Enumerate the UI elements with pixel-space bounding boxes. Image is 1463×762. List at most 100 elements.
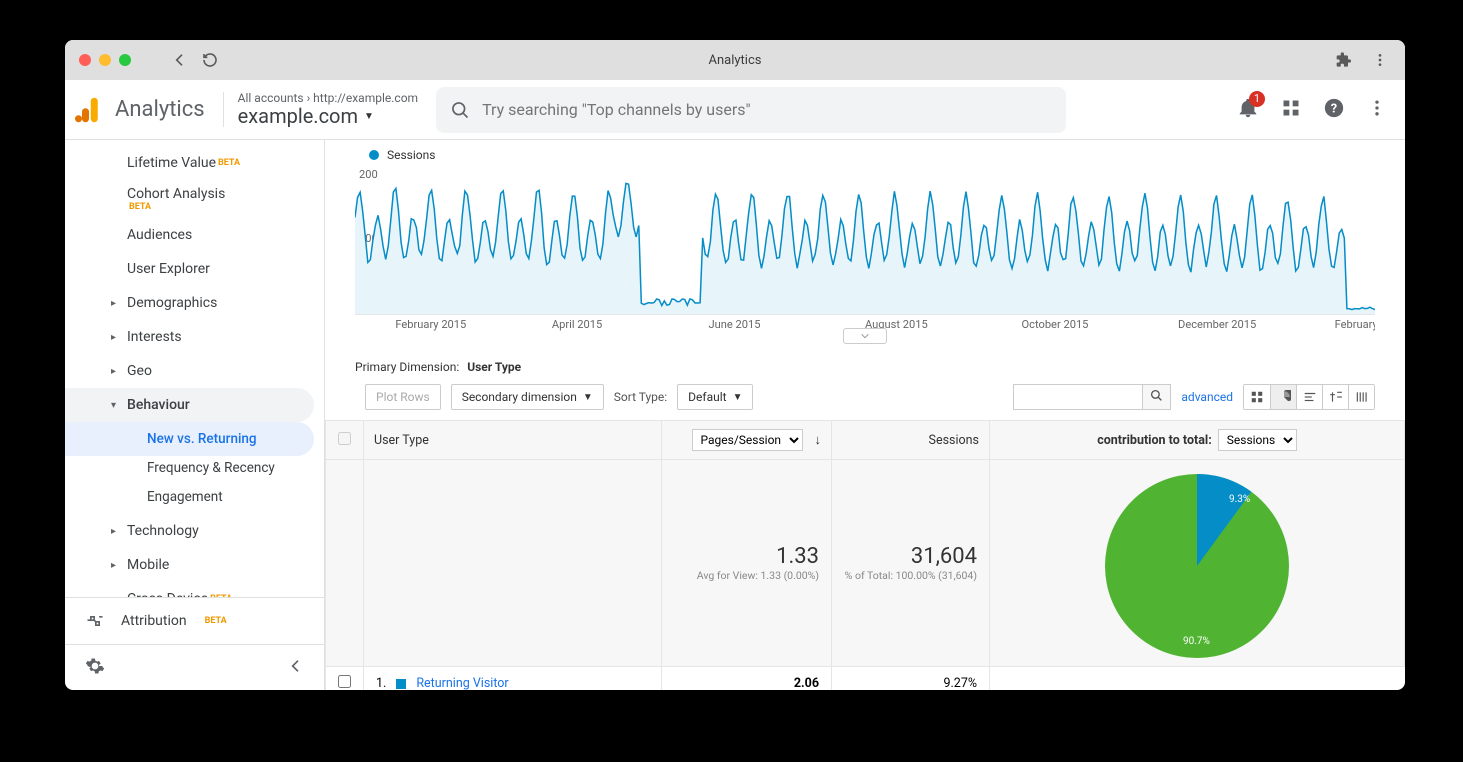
view-comparison[interactable] <box>1322 385 1348 409</box>
kebab-menu[interactable] <box>1367 98 1387 122</box>
account-picker[interactable]: All accounts › http://example.com exampl… <box>223 92 418 127</box>
triangle-icon: ▸ <box>111 332 116 343</box>
legend-marker <box>369 150 379 160</box>
help-icon: ? <box>1323 97 1345 119</box>
table-icon <box>1250 390 1264 404</box>
contribution-metric-select[interactable]: Sessions <box>1218 429 1297 451</box>
view-pivot[interactable] <box>1348 385 1374 409</box>
sidebar-item-cohort-analysis[interactable]: Cohort Analysis BETA <box>65 180 314 218</box>
brand-name: Analytics <box>115 97 205 122</box>
gear-icon <box>85 656 105 676</box>
sessions-chart: Sessions 200 100 February 2015April 2015… <box>325 140 1405 342</box>
svg-text:200: 200 <box>359 168 378 181</box>
triangle-icon: ▸ <box>111 298 116 309</box>
table-search-input[interactable] <box>1013 384 1143 410</box>
window-minimize[interactable] <box>99 54 111 66</box>
chevron-down-icon <box>858 331 872 341</box>
browser-menu-icon[interactable] <box>1369 49 1391 71</box>
svg-text:December 2015: December 2015 <box>1178 318 1256 331</box>
table-controls: Plot Rows Secondary dimension ▼ Sort Typ… <box>325 384 1405 420</box>
sidebar-item-frequency-recency[interactable]: Frequency & Recency <box>65 456 314 480</box>
admin-settings-button[interactable] <box>85 656 105 680</box>
search-icon <box>1150 389 1163 402</box>
svg-text:90.7%: 90.7% <box>1183 636 1210 647</box>
more-vert-icon <box>1367 98 1387 118</box>
reload-button[interactable] <box>199 49 221 71</box>
help-button[interactable]: ? <box>1323 97 1345 123</box>
sidebar-item-audiences[interactable]: Audiences <box>65 218 314 252</box>
primary-dimension: Primary Dimension: User Type <box>325 342 1405 384</box>
select-all-checkbox[interactable] <box>338 432 351 445</box>
color-swatch <box>396 679 406 689</box>
collapse-sidebar-button[interactable] <box>288 658 304 678</box>
sidebar-item-new-vs-returning[interactable]: New vs. Returning <box>65 422 314 456</box>
sidebar-item-attribution[interactable]: AttributionBETA <box>65 598 324 644</box>
sidebar-item-engagement[interactable]: Engagement <box>65 480 314 514</box>
property-name: example.com <box>238 105 358 127</box>
bar-icon <box>1303 390 1317 404</box>
sort-desc-icon[interactable]: ↓ <box>809 432 822 448</box>
caret-down-icon: ▼ <box>364 111 374 122</box>
triangle-icon: ▸ <box>111 560 116 571</box>
summary-sessions: 31,604 <box>832 534 989 569</box>
row-checkbox[interactable] <box>338 675 351 688</box>
sidebar-item-user-explorer[interactable]: User Explorer <box>65 252 314 286</box>
sidebar-item-behaviour[interactable]: ▾Behaviour <box>65 388 314 422</box>
main-content: Sessions 200 100 February 2015April 2015… <box>325 140 1405 690</box>
col-sessions[interactable]: Sessions <box>832 425 989 456</box>
expand-chart-button[interactable] <box>843 328 887 344</box>
sidebar-item-geo[interactable]: ▸Geo <box>65 354 314 388</box>
triangle-icon: ▸ <box>111 526 116 537</box>
sidebar-item-lifetime-value[interactable]: Lifetime ValueBETA <box>65 146 314 180</box>
back-button[interactable] <box>169 49 191 71</box>
app-window: Analytics Analytics All accounts › http:… <box>65 40 1405 690</box>
window-maximize[interactable] <box>119 54 131 66</box>
sidebar-item-mobile[interactable]: ▸Mobile <box>65 548 314 582</box>
sidebar: Lifetime ValueBETA Cohort Analysis BETA … <box>65 140 325 690</box>
pages-session-select[interactable]: Pages/Session <box>692 429 803 451</box>
svg-text:9.3%: 9.3% <box>1229 494 1250 505</box>
titlebar: Analytics <box>65 40 1405 80</box>
accounts-url: http://example.com <box>313 91 418 105</box>
window-close[interactable] <box>79 54 91 66</box>
search-bar[interactable] <box>436 87 1066 133</box>
view-data-table[interactable] <box>1244 385 1270 409</box>
user-type-link[interactable]: Returning Visitor <box>416 676 508 690</box>
table-search-button[interactable] <box>1143 384 1171 410</box>
app-header: Analytics All accounts › http://example.… <box>65 80 1405 140</box>
advanced-link[interactable]: advanced <box>1181 390 1233 404</box>
notifications-button[interactable]: 1 <box>1237 97 1259 123</box>
notif-badge: 1 <box>1249 91 1265 107</box>
sidebar-item-cross-device[interactable]: ▸Cross DeviceBETA <box>65 582 314 597</box>
svg-text:February 2016: February 2016 <box>1335 318 1375 331</box>
sidebar-item-demographics[interactable]: ▸Demographics <box>65 286 314 320</box>
plot-rows-button[interactable]: Plot Rows <box>365 384 441 410</box>
apps-button[interactable] <box>1281 98 1301 122</box>
line-chart-svg: 200 100 February 2015April 2015June 2015… <box>355 164 1375 332</box>
triangle-icon: ▸ <box>111 594 116 598</box>
svg-text:October 2015: October 2015 <box>1022 318 1089 331</box>
summary-pages-session: 1.33 <box>662 534 831 569</box>
col-user-type[interactable]: User Type <box>364 425 661 456</box>
pie-icon <box>1277 390 1291 404</box>
search-input[interactable] <box>482 100 1052 119</box>
svg-text:April 2015: April 2015 <box>552 318 602 331</box>
triangle-icon: ▾ <box>111 400 116 411</box>
sort-type-dropdown[interactable]: Default ▼ <box>677 384 753 410</box>
caret-down-icon: ▼ <box>583 392 593 403</box>
svg-text:February 2015: February 2015 <box>395 318 466 331</box>
sidebar-item-technology[interactable]: ▸Technology <box>65 514 314 548</box>
view-pie[interactable] <box>1270 385 1296 409</box>
data-table: User Type Pages/Session ↓ Sessions contr… <box>325 420 1405 690</box>
table-row: 1.Returning Visitor 2.06 9.27% <box>326 667 1405 691</box>
extensions-icon[interactable] <box>1333 49 1355 71</box>
comparison-icon <box>1329 390 1343 404</box>
svg-text:?: ? <box>1331 101 1337 116</box>
analytics-logo <box>75 96 103 124</box>
svg-text:June 2015: June 2015 <box>708 318 760 331</box>
view-bar[interactable] <box>1296 385 1322 409</box>
chevron-left-icon <box>288 658 304 674</box>
accounts-label: All accounts <box>238 91 304 105</box>
sidebar-item-interests[interactable]: ▸Interests <box>65 320 314 354</box>
secondary-dimension-dropdown[interactable]: Secondary dimension ▼ <box>451 384 604 410</box>
